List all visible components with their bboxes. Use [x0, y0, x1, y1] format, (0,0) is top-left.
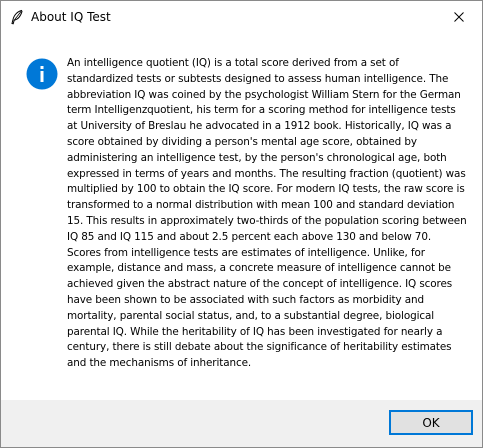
window-title: About IQ Test	[31, 10, 111, 24]
dialog-content: An intelligence quotient (IQ) is a total…	[1, 32, 482, 400]
dialog-message: An intelligence quotient (IQ) is a total…	[67, 57, 467, 370]
info-icon	[26, 58, 58, 90]
feather-icon	[9, 9, 25, 25]
close-button[interactable]	[436, 1, 482, 32]
ok-button[interactable]: OK	[389, 410, 473, 435]
dialog-footer: OK	[1, 400, 482, 447]
title-bar[interactable]: About IQ Test	[1, 1, 482, 32]
close-icon	[454, 7, 464, 26]
about-dialog-window: About IQ Test An intelligence quotient (…	[0, 0, 483, 448]
